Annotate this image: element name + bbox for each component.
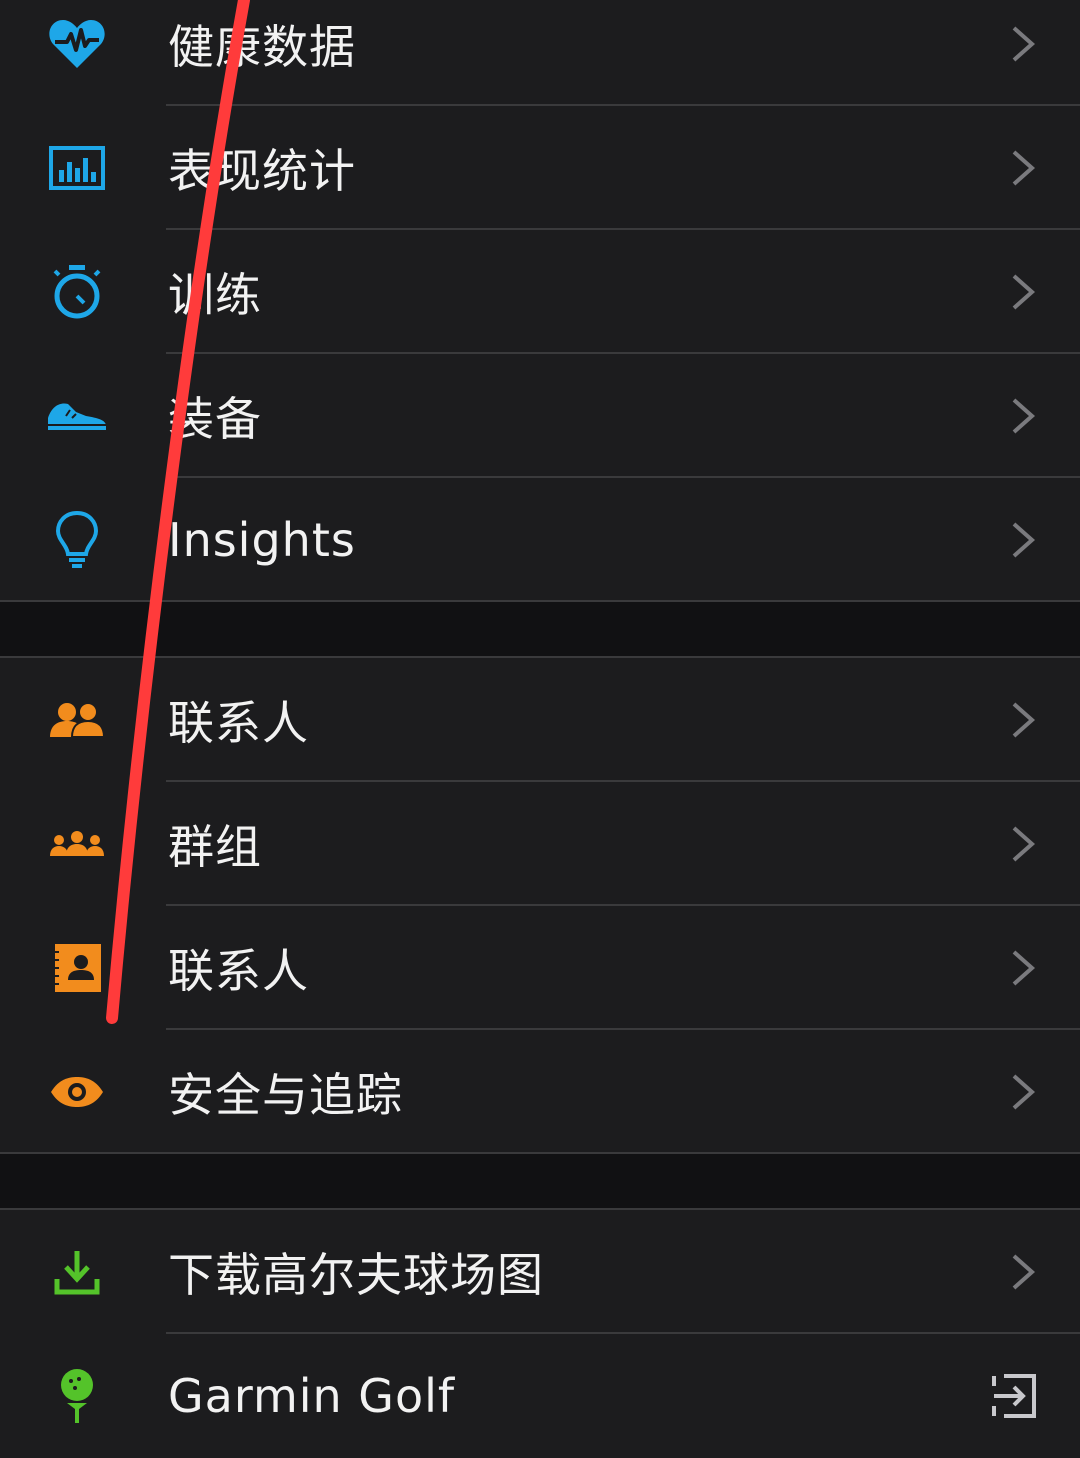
section-social: 联系人 群组 联系人 安全与追踪: [0, 658, 1080, 1154]
menu-item-health-stats[interactable]: 健康数据: [0, 0, 1080, 106]
stopwatch-icon: [40, 255, 114, 329]
golf-ball-tee-icon: [40, 1359, 114, 1433]
chevron-right-icon: [1012, 702, 1036, 738]
menu-item-training[interactable]: 训练: [0, 230, 1080, 354]
menu-item-label: 安全与追踪: [168, 1068, 403, 1122]
menu-item-contacts[interactable]: 联系人: [0, 906, 1080, 1030]
menu-item-connections[interactable]: 联系人: [0, 658, 1080, 782]
chevron-right-icon: [1012, 522, 1036, 558]
menu-item-label: 下载高尔夫球场图: [168, 1248, 544, 1302]
address-book-icon: [40, 931, 114, 1005]
section-divider: [0, 602, 1080, 658]
external-link-icon: [992, 1374, 1036, 1418]
section-divider: [0, 1154, 1080, 1210]
menu-item-label: Garmin Golf: [168, 1369, 456, 1423]
menu-item-download-golf-courses[interactable]: 下载高尔夫球场图: [0, 1210, 1080, 1334]
chevron-right-icon: [1012, 26, 1036, 62]
menu-item-performance-stats[interactable]: 表现统计: [0, 106, 1080, 230]
menu-item-insights[interactable]: Insights: [0, 478, 1080, 602]
heart-pulse-icon: [40, 7, 114, 81]
menu-item-label: 群组: [168, 820, 262, 874]
menu-item-safety-tracking[interactable]: 安全与追踪: [0, 1030, 1080, 1154]
menu-item-groups[interactable]: 群组: [0, 782, 1080, 906]
chevron-right-icon: [1012, 398, 1036, 434]
chevron-right-icon: [1012, 950, 1036, 986]
group-icon: [40, 807, 114, 881]
menu-item-label: 训练: [168, 268, 262, 322]
shoe-icon: [40, 379, 114, 453]
people-icon: [40, 683, 114, 757]
chevron-right-icon: [1012, 826, 1036, 862]
menu-item-label: 联系人: [168, 696, 309, 750]
menu-item-garmin-golf[interactable]: Garmin Golf: [0, 1334, 1080, 1458]
menu-item-label: 联系人: [168, 944, 309, 998]
section-activities: 健康数据 表现统计 训练 装备 Insights: [0, 0, 1080, 602]
chevron-right-icon: [1012, 274, 1036, 310]
bar-chart-icon: [40, 131, 114, 205]
chevron-right-icon: [1012, 1074, 1036, 1110]
menu-item-gear[interactable]: 装备: [0, 354, 1080, 478]
chevron-right-icon: [1012, 150, 1036, 186]
menu-item-label: 健康数据: [168, 20, 356, 74]
menu-item-label: 装备: [168, 392, 262, 446]
menu-item-label: 表现统计: [168, 144, 356, 198]
more-menu-list: 健康数据 表现统计 训练 装备 Insights 联系人 群组 联系人 安全与追…: [0, 0, 1080, 1458]
chevron-right-icon: [1012, 1254, 1036, 1290]
menu-item-label: Insights: [168, 513, 356, 567]
eye-icon: [40, 1055, 114, 1129]
section-golf: 下载高尔夫球场图 Garmin Golf: [0, 1210, 1080, 1458]
lightbulb-icon: [40, 503, 114, 577]
download-icon: [40, 1235, 114, 1309]
